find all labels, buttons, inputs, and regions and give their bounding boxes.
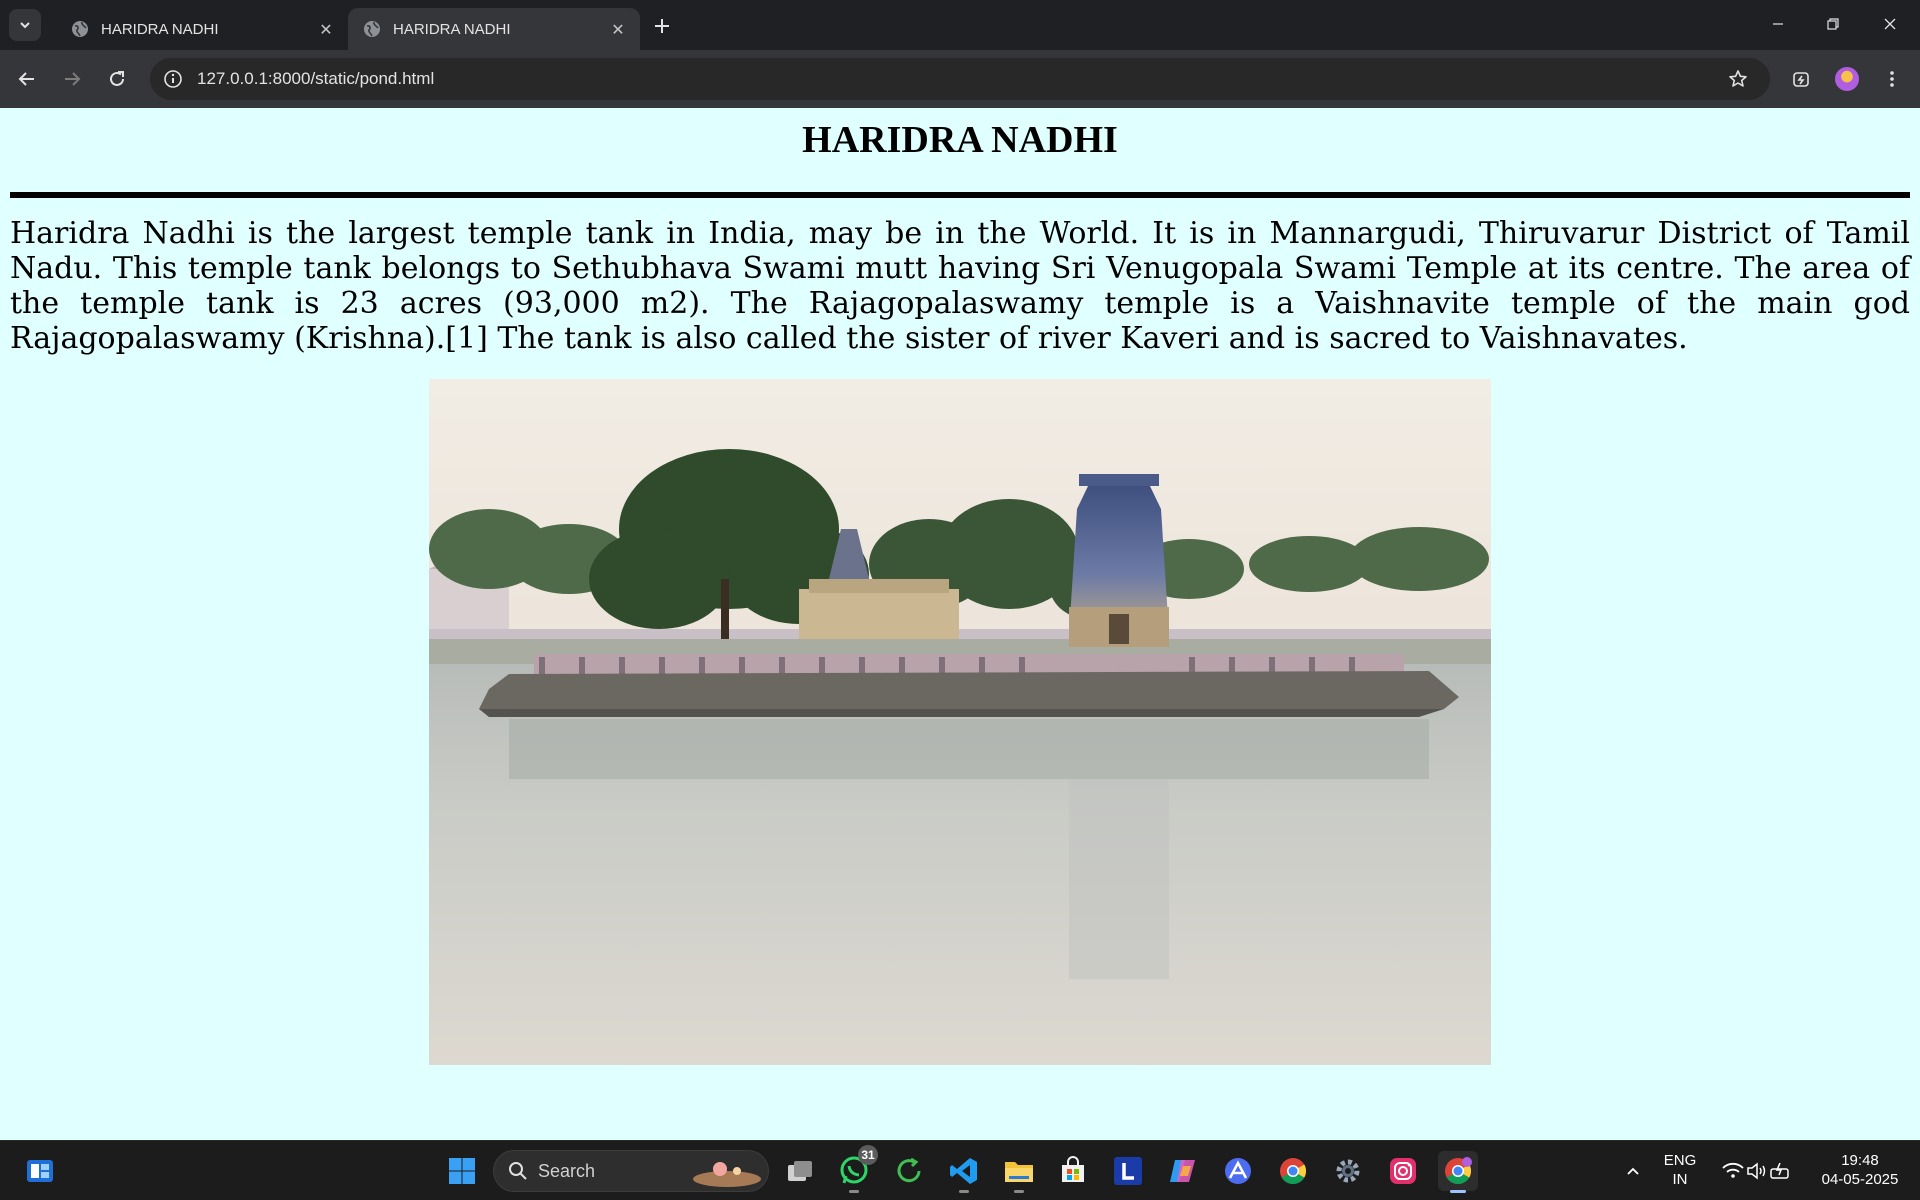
extensions-button[interactable] [1786,63,1818,95]
search-label: Search [538,1160,596,1181]
running-indicator [849,1190,859,1193]
star-icon [1729,70,1747,87]
taskbar-app-refresh[interactable] [889,1151,929,1191]
site-info-button[interactable] [157,63,189,95]
bookmark-button[interactable] [1722,63,1754,95]
minimize-button[interactable] [1756,4,1800,44]
search-icon [509,1162,527,1180]
chevron-down-icon [20,22,30,29]
tab-title: HARIDRA NADHI [393,20,511,38]
taskbar-app-settings[interactable] [1328,1151,1368,1191]
language-indicator[interactable]: ENG IN [1660,1151,1700,1189]
reload-button[interactable] [101,63,133,95]
forward-button[interactable] [56,63,88,95]
page-viewport: HARIDRA NADHI Haridra Nadhi is the large… [0,108,1920,1140]
taskbar-search-box[interactable]: Search [493,1150,769,1192]
running-indicator [1014,1190,1024,1193]
back-button[interactable] [11,63,43,95]
chevron-up-icon [1627,1167,1639,1175]
taskbar-app-microsoft-store[interactable] [1053,1151,1093,1191]
battery-charging-icon [1770,1162,1789,1179]
l-app-icon [1114,1157,1142,1185]
browser-toolbar: 127.0.0.1:8000/static/pond.html [0,50,1920,108]
instagram-icon [1390,1158,1416,1184]
language-region: IN [1672,1171,1688,1188]
temple-tank-photo [429,379,1491,1065]
arc-app-icon [1225,1158,1251,1184]
close-window-button[interactable] [1868,4,1912,44]
running-indicator [1450,1190,1466,1193]
widgets-icon [27,1160,53,1182]
taskbar-app-instagram[interactable] [1383,1151,1423,1191]
clock-time: 19:48 [1841,1152,1879,1169]
show-hidden-icons-button[interactable] [1613,1151,1653,1191]
page-title: HARIDRA NADHI [802,119,1118,161]
horizontal-rule [10,192,1910,198]
vscode-icon [950,1158,977,1184]
quick-settings-button[interactable] [1712,1151,1802,1191]
close-icon[interactable]: ✕ [316,19,336,39]
widgets-button[interactable] [20,1151,60,1191]
clock[interactable]: 19:48 04-05-2025 [1812,1151,1908,1189]
arrow-right-icon [65,72,81,86]
chrome-icon [1280,1158,1307,1185]
language-code: ENG [1663,1152,1697,1169]
clock-date: 04-05-2025 [1821,1171,1899,1188]
running-indicator [959,1190,969,1193]
taskbar-app-chrome-profile[interactable] [1438,1151,1478,1193]
reload-icon [110,71,124,86]
taskbar-app-chrome[interactable] [1273,1151,1313,1191]
taskbar-app-arc[interactable] [1218,1151,1258,1191]
profile-button[interactable] [1831,63,1863,95]
extension-icon [1793,72,1809,87]
tab-haridra-nadhi-1[interactable]: HARIDRA NADHI ✕ [56,8,348,50]
new-tab-button[interactable] [648,12,676,40]
globe-icon [364,21,380,37]
task-view-icon [788,1161,812,1181]
wifi-icon [1722,1162,1744,1178]
globe-icon [72,21,88,37]
task-view-button[interactable] [780,1151,820,1191]
close-icon[interactable]: ✕ [608,19,628,39]
taskbar-app-l[interactable] [1108,1151,1148,1191]
tab-title: HARIDRA NADHI [101,20,219,38]
info-icon [164,70,182,88]
copilot-icon [1170,1160,1195,1182]
notification-badge: 31 [858,1145,878,1165]
volume-icon [1747,1162,1766,1180]
browser-tab-strip: HARIDRA NADHI ✕ HARIDRA NADHI ✕ [0,0,1920,50]
tab-search-button[interactable] [9,9,41,41]
plus-icon [655,19,669,33]
taskbar-app-file-explorer[interactable] [999,1151,1039,1193]
arrow-left-icon [18,72,34,86]
kebab-menu-icon [1890,71,1894,87]
search-highlight-icon [693,1162,761,1187]
start-button[interactable] [442,1151,482,1191]
taskbar-app-copilot[interactable] [1163,1151,1203,1191]
restore-button[interactable] [1811,4,1855,44]
address-bar[interactable]: 127.0.0.1:8000/static/pond.html [150,58,1770,100]
chrome-icon [1445,1157,1472,1185]
browser-menu-button[interactable] [1876,63,1908,95]
tab-haridra-nadhi-2[interactable]: HARIDRA NADHI ✕ [348,8,640,50]
windows-taskbar: Search 31 ENG IN 19:48 04-05-2025 [0,1140,1920,1200]
circular-arrows-icon [897,1157,921,1183]
minimize-icon [1773,23,1783,25]
folder-icon [1005,1162,1033,1182]
store-icon [1062,1156,1084,1182]
intro-paragraph: Haridra Nadhi is the largest temple tank… [10,216,1910,356]
url-text[interactable]: 127.0.0.1:8000/static/pond.html [197,69,1722,89]
close-icon [1884,18,1896,30]
gear-icon [1336,1159,1360,1183]
taskbar-app-whatsapp[interactable]: 31 [834,1145,878,1193]
restore-icon [1827,18,1839,30]
windows-logo-icon [449,1158,475,1184]
avatar [1835,67,1859,91]
taskbar-app-vscode[interactable] [944,1151,984,1193]
